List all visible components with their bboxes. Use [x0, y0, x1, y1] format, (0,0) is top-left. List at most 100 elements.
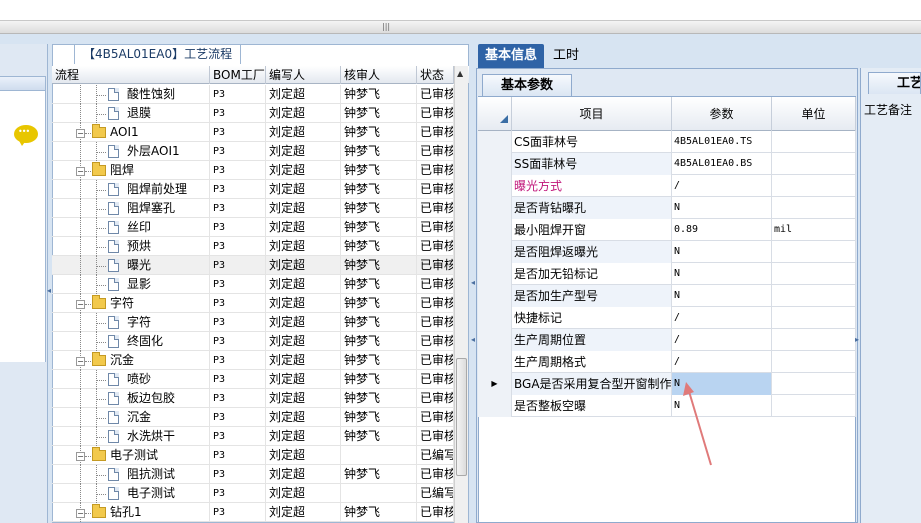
table-row[interactable]: − 钻孔1 P3 刘定超 钟梦飞 已审核 — [52, 503, 454, 522]
tree-cell[interactable]: − 钻孔1 — [52, 503, 210, 522]
property-value-field[interactable]: N — [672, 285, 772, 307]
property-row[interactable]: 是否背钻曝孔 N — [478, 197, 856, 219]
col-header-param[interactable]: 参数 — [672, 97, 772, 131]
tree-cell[interactable]: 退膜 — [52, 104, 210, 123]
tree-cell[interactable]: 板边包胶 — [52, 389, 210, 408]
tree-cell[interactable]: 显影 — [52, 275, 210, 294]
row-selector[interactable] — [478, 241, 512, 263]
property-row[interactable]: 最小阻焊开窗 0.89 mil — [478, 219, 856, 241]
row-selector[interactable] — [478, 219, 512, 241]
table-row[interactable]: 字符 P3 刘定超 钟梦飞 已审核 — [52, 313, 454, 332]
tab-basic-info[interactable]: 基本信息 — [478, 44, 545, 68]
table-row[interactable]: 终固化 P3 刘定超 钟梦飞 已审核 — [52, 332, 454, 351]
property-row[interactable]: 曝光方式 / — [478, 175, 856, 197]
tree-cell[interactable]: − 阻焊 — [52, 161, 210, 180]
property-value-field[interactable]: / — [672, 329, 772, 351]
row-selector[interactable] — [478, 197, 512, 219]
property-row[interactable]: 快捷标记 / — [478, 307, 856, 329]
property-value-field[interactable]: N — [672, 197, 772, 219]
collapse-toggle-icon[interactable]: − — [76, 509, 85, 518]
col-header-flow[interactable]: 流程 — [52, 66, 210, 84]
property-value-field[interactable]: 4B5AL01EA0.TS — [672, 131, 772, 153]
row-selector[interactable] — [478, 263, 512, 285]
splitter-grip-icon[interactable]: ||| — [382, 23, 392, 31]
row-selector[interactable] — [478, 131, 512, 153]
col-header-status[interactable]: 状态 — [417, 66, 454, 84]
scroll-thumb[interactable] — [456, 358, 467, 476]
tree-cell[interactable]: 沉金 — [52, 408, 210, 427]
table-row[interactable]: 外层AOI1 P3 刘定超 钟梦飞 已审核 — [52, 142, 454, 161]
table-row[interactable]: 板边包胶 P3 刘定超 钟梦飞 已审核 — [52, 389, 454, 408]
table-row[interactable]: 水洗烘干 P3 刘定超 钟梦飞 已审核 — [52, 427, 454, 446]
table-row[interactable]: − 电子测试 P3 刘定超 已编写 — [52, 446, 454, 465]
table-row[interactable]: 预烘 P3 刘定超 钟梦飞 已审核 — [52, 237, 454, 256]
chat-bubble-icon[interactable] — [14, 125, 38, 146]
col-header-reviewer[interactable]: 核审人 — [341, 66, 417, 84]
tree-cell[interactable]: 字符 — [52, 313, 210, 332]
row-selector[interactable] — [478, 153, 512, 175]
subtab-basic-params[interactable]: 基本参数 — [482, 74, 573, 96]
property-value-field[interactable]: 4B5AL01EA0.BS — [672, 153, 772, 175]
table-row[interactable]: − AOI1 P3 刘定超 钟梦飞 已审核 — [52, 123, 454, 142]
table-row[interactable]: 阻抗测试 P3 刘定超 钟梦飞 已审核 — [52, 465, 454, 484]
property-row[interactable]: 是否加生产型号 N — [478, 285, 856, 307]
row-selector[interactable] — [478, 351, 512, 373]
property-row[interactable]: 是否阻焊返曝光 N — [478, 241, 856, 263]
collapse-toggle-icon[interactable]: − — [76, 129, 85, 138]
table-row[interactable]: 酸性蚀刻 P3 刘定超 钟梦飞 已审核 — [52, 85, 454, 104]
row-selector[interactable] — [478, 307, 512, 329]
property-value-field[interactable]: / — [672, 307, 772, 329]
table-row[interactable]: 沉金 P3 刘定超 钟梦飞 已审核 — [52, 408, 454, 427]
tree-cell[interactable]: 阻焊前处理 — [52, 180, 210, 199]
table-row[interactable]: 阻焊塞孔 P3 刘定超 钟梦飞 已审核 — [52, 199, 454, 218]
tree-cell[interactable]: 阻焊塞孔 — [52, 199, 210, 218]
tree-cell[interactable]: 喷砂 — [52, 370, 210, 389]
tree-cell[interactable]: 外层AOI1 — [52, 142, 210, 161]
col-header-writer[interactable]: 编写人 — [266, 66, 341, 84]
property-row[interactable]: 是否加无铅标记 N — [478, 263, 856, 285]
col-header-item[interactable]: 项目 — [512, 97, 672, 131]
collapse-toggle-icon[interactable]: − — [76, 300, 85, 309]
tree-cell[interactable]: 酸性蚀刻 — [52, 85, 210, 104]
table-row[interactable]: 显影 P3 刘定超 钟梦飞 已审核 — [52, 275, 454, 294]
property-value-field[interactable]: N — [672, 263, 772, 285]
collapse-toggle-icon[interactable]: − — [76, 167, 85, 176]
property-row[interactable]: CS面菲林号 4B5AL01EA0.TS — [478, 131, 856, 153]
tree-cell[interactable]: 水洗烘干 — [52, 427, 210, 446]
table-row[interactable]: 喷砂 P3 刘定超 钟梦飞 已审核 — [52, 370, 454, 389]
property-row[interactable]: 是否整板空曝 N — [478, 395, 856, 417]
tree-cell[interactable]: 电子测试 — [52, 484, 210, 503]
collapse-toggle-icon[interactable]: − — [76, 452, 85, 461]
table-row[interactable]: 退膜 P3 刘定超 钟梦飞 已审核 — [52, 104, 454, 123]
tree-cell[interactable]: − AOI1 — [52, 123, 210, 142]
tree-cell[interactable]: − 电子测试 — [52, 446, 210, 465]
tree-cell[interactable]: 阻抗测试 — [52, 465, 210, 484]
table-row[interactable]: − 沉金 P3 刘定超 钟梦飞 已审核 — [52, 351, 454, 370]
tab-craft[interactable]: 工艺 — [868, 72, 921, 94]
property-value-field[interactable]: / — [672, 175, 772, 197]
property-row[interactable]: SS面菲林号 4B5AL01EA0.BS — [478, 153, 856, 175]
tree-cell[interactable]: 预烘 — [52, 237, 210, 256]
table-row[interactable]: 曝光 P3 刘定超 钟梦飞 已审核 — [52, 256, 454, 275]
collapse-toggle-icon[interactable]: − — [76, 357, 85, 366]
table-row[interactable]: − 字符 P3 刘定超 钟梦飞 已审核 — [52, 294, 454, 313]
tree-cell[interactable]: − 字符 — [52, 294, 210, 313]
tree-cell[interactable]: − 沉金 — [52, 351, 210, 370]
tree-cell[interactable]: 丝印 — [52, 218, 210, 237]
property-value-field[interactable]: N — [672, 241, 772, 263]
table-row[interactable]: − 阻焊 P3 刘定超 钟梦飞 已审核 — [52, 161, 454, 180]
table-row[interactable]: 电子测试 P3 刘定超 已编写 — [52, 484, 454, 503]
property-value-field[interactable]: / — [672, 351, 772, 373]
scroll-up-icon[interactable]: ▲ — [457, 69, 463, 78]
row-selector[interactable] — [478, 285, 512, 307]
tree-cell[interactable]: 曝光 — [52, 256, 210, 275]
tree-cell[interactable]: 终固化 — [52, 332, 210, 351]
table-row[interactable]: 丝印 P3 刘定超 钟梦飞 已审核 — [52, 218, 454, 237]
row-selector[interactable] — [478, 175, 512, 197]
horizontal-splitter[interactable]: ||| — [0, 20, 921, 34]
row-selector[interactable] — [478, 329, 512, 351]
tab-hours[interactable]: 工时 — [546, 44, 586, 68]
process-scrollbar[interactable]: ▲ — [454, 66, 468, 523]
row-selector[interactable] — [478, 395, 512, 417]
property-value-field[interactable]: 0.89 — [672, 219, 772, 241]
